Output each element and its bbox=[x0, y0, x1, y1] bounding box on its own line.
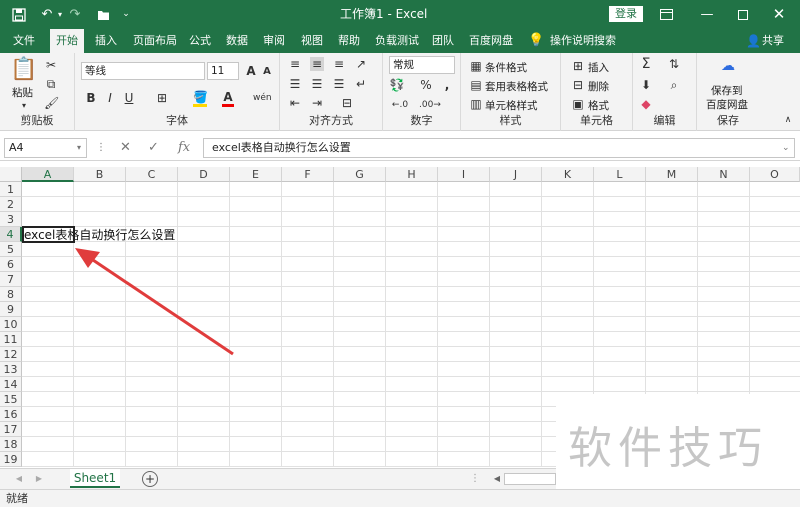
watermark-overlay: 软件技巧 bbox=[556, 394, 800, 489]
tab-split-handle-icon[interactable]: ⋮ bbox=[470, 472, 480, 486]
next-sheet-icon[interactable]: ▶ bbox=[34, 472, 44, 486]
add-sheet-icon[interactable]: + bbox=[142, 471, 158, 487]
prev-sheet-icon[interactable]: ◀ bbox=[14, 472, 24, 486]
sheet-tab-sheet1[interactable]: Sheet1 bbox=[70, 469, 120, 488]
watermark-text: 软件技巧 bbox=[568, 423, 768, 474]
status-bar: 就绪 bbox=[0, 489, 800, 507]
scroll-left-icon[interactable]: ◀ bbox=[492, 472, 502, 486]
status-text: 就绪 bbox=[6, 492, 28, 505]
horizontal-scrollbar[interactable] bbox=[504, 473, 556, 485]
